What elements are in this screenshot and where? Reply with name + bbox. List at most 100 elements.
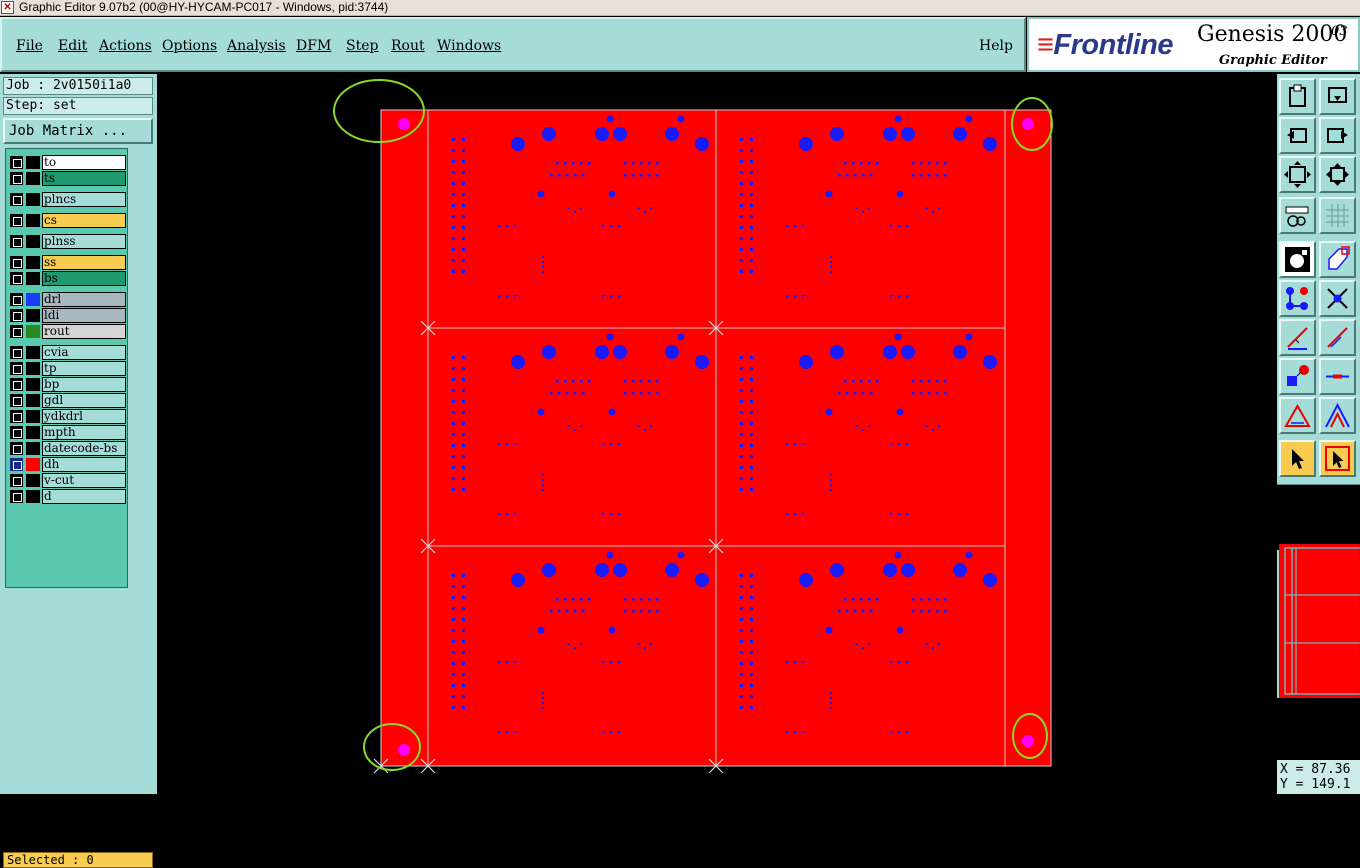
layer-color-swatch[interactable] bbox=[26, 325, 40, 338]
layer-name[interactable]: ss bbox=[42, 255, 126, 270]
layer-row-bs[interactable]: bs bbox=[8, 271, 126, 286]
layer-checkbox[interactable] bbox=[10, 172, 23, 185]
layer-row-plncs[interactable]: plncs bbox=[8, 192, 126, 207]
polygon-button[interactable] bbox=[1279, 397, 1316, 434]
minimap[interactable] bbox=[1279, 544, 1360, 698]
layer-row-drl[interactable]: drl bbox=[8, 292, 126, 307]
layer-color-swatch[interactable] bbox=[26, 442, 40, 455]
layer-row-datecode-bs[interactable]: datecode-bs bbox=[8, 441, 126, 456]
layer-name[interactable]: bp bbox=[42, 377, 126, 392]
layer-name[interactable]: tp bbox=[42, 361, 126, 376]
layer-color-swatch[interactable] bbox=[26, 256, 40, 269]
layer-color-swatch[interactable] bbox=[26, 346, 40, 359]
layer-name[interactable]: plncs bbox=[42, 192, 126, 207]
layer-checkbox[interactable] bbox=[10, 235, 23, 248]
pan-right-button[interactable] bbox=[1319, 117, 1356, 154]
job-matrix-button[interactable]: Job Matrix ... bbox=[3, 118, 153, 144]
layer-color-swatch[interactable] bbox=[26, 172, 40, 185]
menu-step[interactable]: Step bbox=[346, 38, 378, 54]
add-line-button[interactable] bbox=[1319, 241, 1356, 278]
layer-color-swatch[interactable] bbox=[26, 309, 40, 322]
layer-name[interactable]: ydkdrl bbox=[42, 409, 126, 424]
feature-select-button[interactable] bbox=[1279, 241, 1316, 278]
cut-line-button[interactable] bbox=[1319, 358, 1356, 395]
layer-name[interactable]: mpth bbox=[42, 425, 126, 440]
layer-checkbox[interactable] bbox=[10, 256, 23, 269]
menu-file[interactable]: File bbox=[16, 38, 43, 54]
layer-name[interactable]: rout bbox=[42, 324, 126, 339]
graphic-canvas[interactable] bbox=[157, 74, 1277, 794]
menu-actions[interactable]: Actions bbox=[99, 38, 152, 54]
layer-row-mpth[interactable]: mpth bbox=[8, 425, 126, 440]
layer-checkbox[interactable] bbox=[10, 325, 23, 338]
layer-name[interactable]: ts bbox=[42, 171, 126, 186]
layer-name[interactable]: to bbox=[42, 155, 126, 170]
layer-row-cs[interactable]: cs bbox=[8, 213, 126, 228]
layer-row-d[interactable]: d bbox=[8, 489, 126, 504]
layer-name[interactable]: gdl bbox=[42, 393, 126, 408]
pan-left-button[interactable] bbox=[1279, 117, 1316, 154]
layer-color-swatch[interactable] bbox=[26, 272, 40, 285]
layer-name[interactable]: cs bbox=[42, 213, 126, 228]
grid-button[interactable] bbox=[1319, 197, 1356, 234]
layer-name[interactable]: d bbox=[42, 489, 126, 504]
layer-row-rout[interactable]: rout bbox=[8, 324, 126, 339]
step-profile-button[interactable] bbox=[1279, 78, 1316, 115]
layer-color-swatch[interactable] bbox=[26, 474, 40, 487]
layer-checkbox[interactable] bbox=[10, 272, 23, 285]
layer-row-to[interactable]: to bbox=[8, 155, 126, 170]
layer-checkbox[interactable] bbox=[10, 490, 23, 503]
layer-color-swatch[interactable] bbox=[26, 458, 40, 471]
layer-checkbox[interactable] bbox=[10, 394, 23, 407]
layer-checkbox[interactable] bbox=[10, 362, 23, 375]
delete-cross-button[interactable] bbox=[1319, 280, 1356, 317]
netlist-button[interactable] bbox=[1279, 280, 1316, 317]
select-arrow-button[interactable] bbox=[1279, 440, 1316, 477]
zoom-home-button[interactable] bbox=[1319, 78, 1356, 115]
layer-name[interactable]: cvia bbox=[42, 345, 126, 360]
layer-checkbox[interactable] bbox=[10, 410, 23, 423]
layer-checkbox[interactable] bbox=[10, 442, 23, 455]
layer-row-gdl[interactable]: gdl bbox=[8, 393, 126, 408]
layer-checkbox[interactable] bbox=[10, 193, 23, 206]
layer-row-dh[interactable]: dh bbox=[8, 457, 126, 472]
layer-color-swatch[interactable] bbox=[26, 410, 40, 423]
layer-checkbox[interactable] bbox=[10, 309, 23, 322]
zoom-fit-button[interactable] bbox=[1279, 156, 1316, 193]
menu-rout[interactable]: Rout bbox=[391, 38, 425, 54]
menu-windows[interactable]: Windows bbox=[437, 38, 501, 54]
layer-row-ydkdrl[interactable]: ydkdrl bbox=[8, 409, 126, 424]
layer-row-ldi[interactable]: ldi bbox=[8, 308, 126, 323]
layer-color-swatch[interactable] bbox=[26, 235, 40, 248]
layer-name[interactable]: drl bbox=[42, 292, 126, 307]
layer-color-swatch[interactable] bbox=[26, 293, 40, 306]
layer-row-cvia[interactable]: cvia bbox=[8, 345, 126, 360]
layer-row-ts[interactable]: ts bbox=[8, 171, 126, 186]
layer-name[interactable]: datecode-bs bbox=[42, 441, 126, 456]
layer-checkbox[interactable] bbox=[10, 474, 23, 487]
layer-row-bp[interactable]: bp bbox=[8, 377, 126, 392]
select-box-button[interactable] bbox=[1319, 440, 1356, 477]
layer-color-swatch[interactable] bbox=[26, 193, 40, 206]
layer-row-tp[interactable]: tp bbox=[8, 361, 126, 376]
layer-row-v-cut[interactable]: v-cut bbox=[8, 473, 126, 488]
layer-checkbox[interactable] bbox=[10, 378, 23, 391]
layer-row-plnss[interactable]: plnss bbox=[8, 234, 126, 249]
menu-options[interactable]: Options bbox=[162, 38, 217, 54]
layer-name[interactable]: plnss bbox=[42, 234, 126, 249]
layer-row-ss[interactable]: ss bbox=[8, 255, 126, 270]
layer-checkbox[interactable] bbox=[10, 426, 23, 439]
menu-dfm[interactable]: DFM bbox=[296, 38, 331, 54]
layer-name[interactable]: bs bbox=[42, 271, 126, 286]
layer-color-swatch[interactable] bbox=[26, 426, 40, 439]
layer-name[interactable]: dh bbox=[42, 457, 126, 472]
zoom-center-button[interactable] bbox=[1319, 156, 1356, 193]
layer-checkbox[interactable] bbox=[10, 156, 23, 169]
layer-name[interactable]: v-cut bbox=[42, 473, 126, 488]
layer-color-swatch[interactable] bbox=[26, 156, 40, 169]
measure-button[interactable] bbox=[1279, 197, 1316, 234]
layer-name[interactable]: ldi bbox=[42, 308, 126, 323]
menu-analysis[interactable]: Analysis bbox=[227, 38, 286, 54]
line-angle-button[interactable] bbox=[1279, 319, 1316, 356]
layer-checkbox[interactable] bbox=[10, 293, 23, 306]
